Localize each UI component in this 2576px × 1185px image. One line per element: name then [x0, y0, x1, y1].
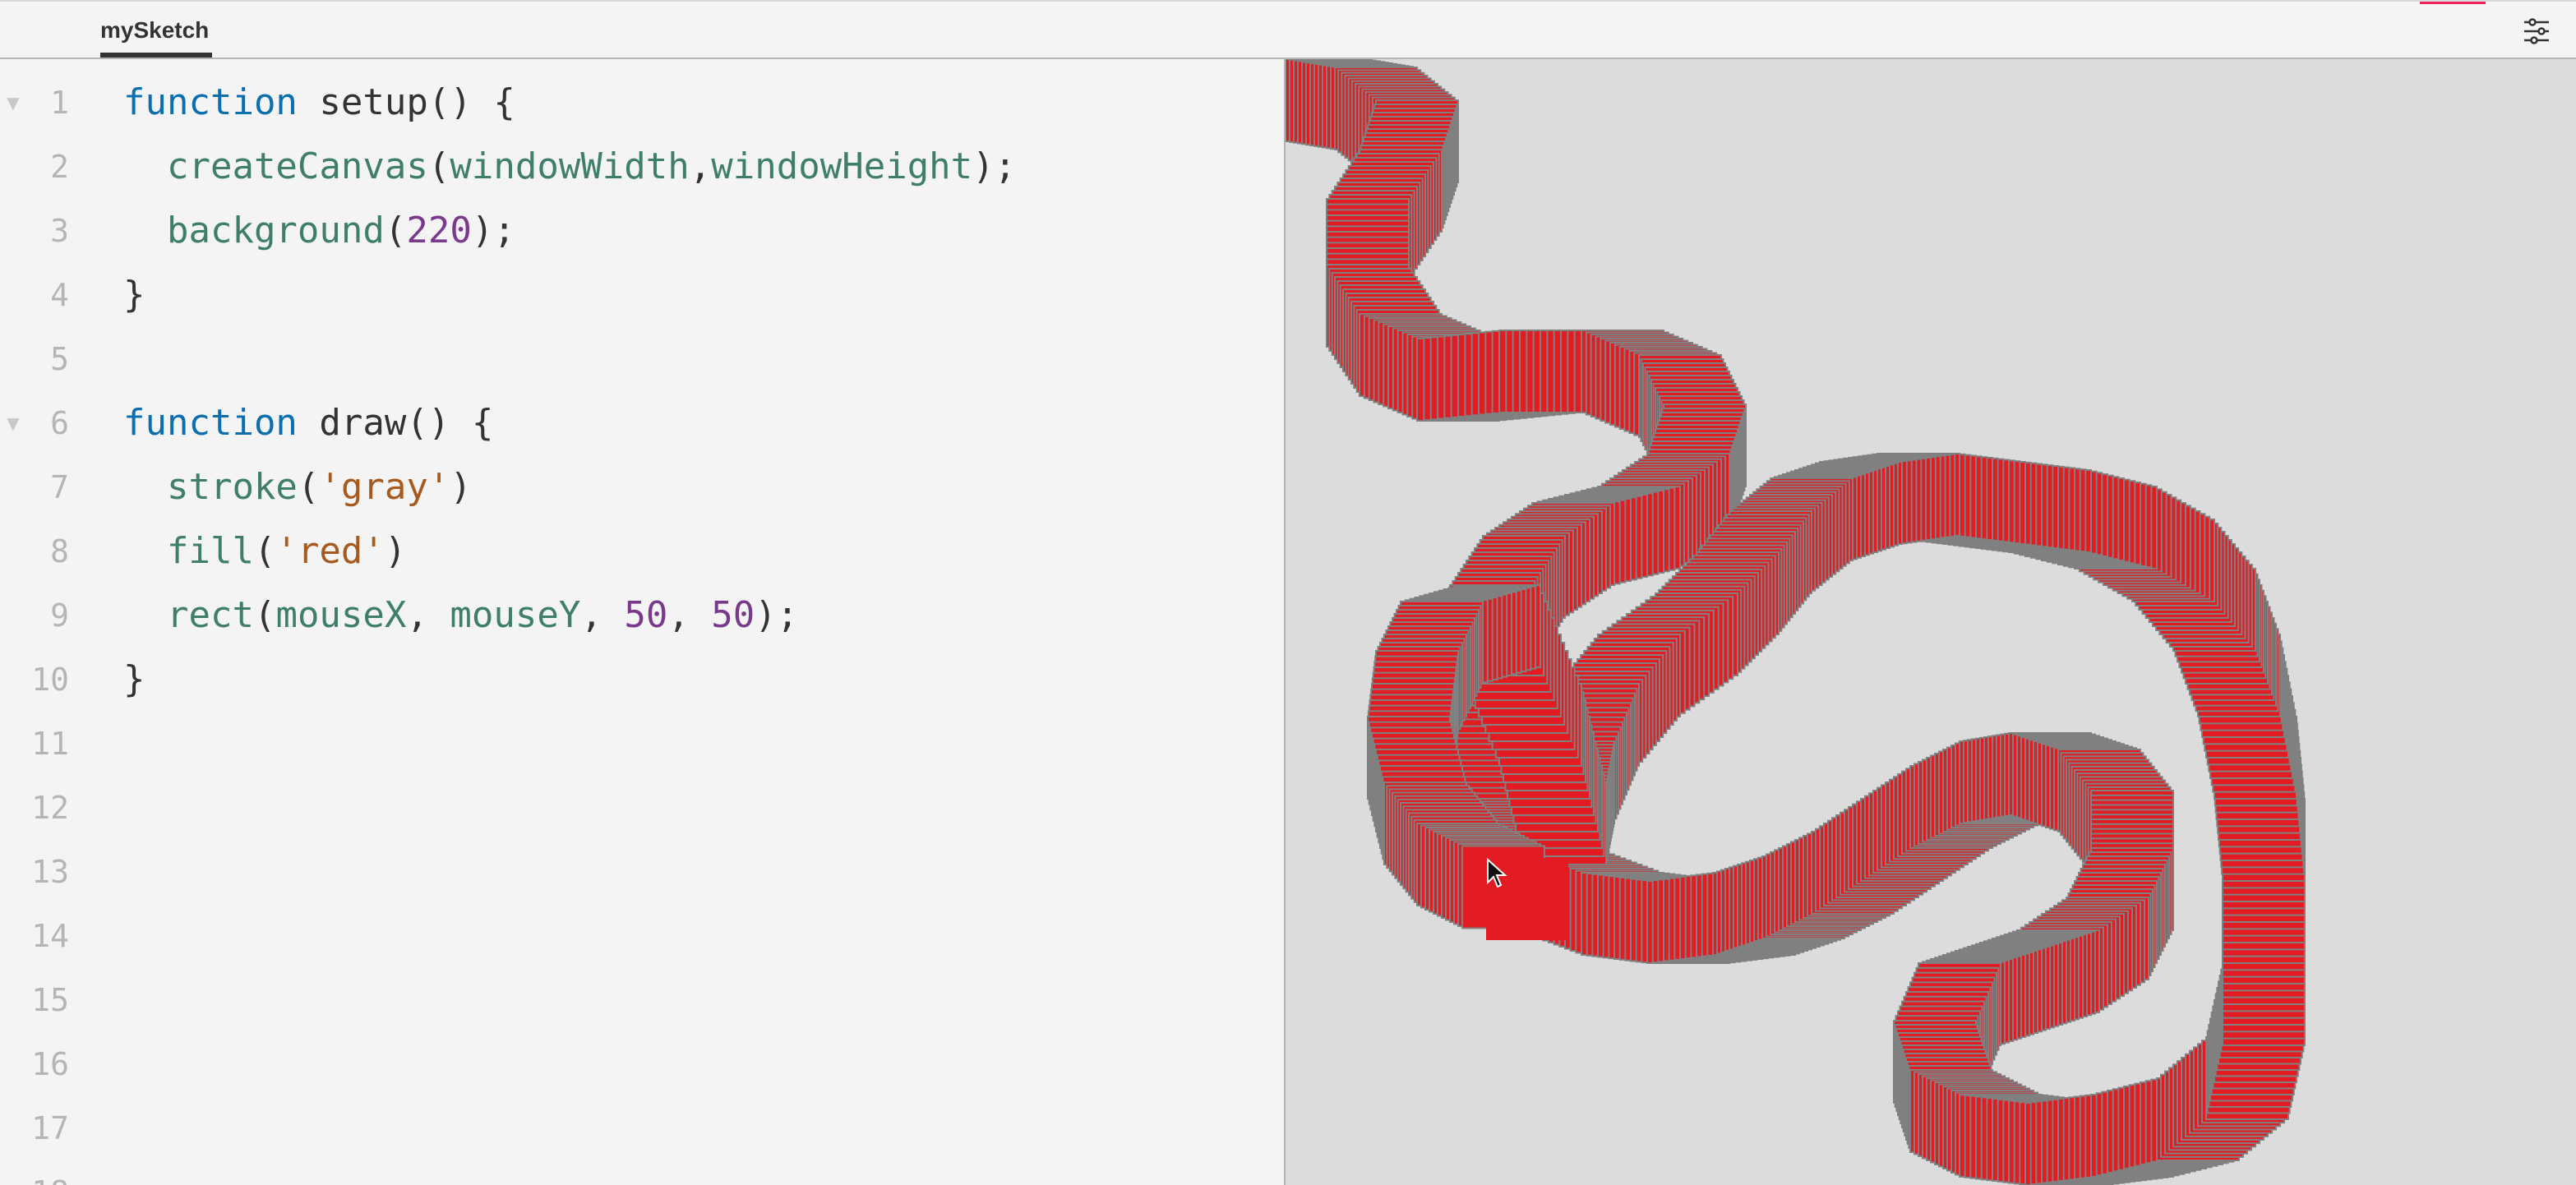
line-number: 17	[31, 1110, 69, 1146]
tab-label: mySketch	[100, 17, 210, 43]
line-number: 6	[50, 405, 69, 441]
code-text: background(220);	[123, 199, 515, 263]
line-number: 5	[50, 341, 69, 377]
line-number: 7	[50, 469, 69, 505]
code-line[interactable]: 15	[0, 968, 1284, 1032]
code-token: }	[123, 658, 145, 700]
code-token: function	[123, 402, 298, 444]
code-token: (	[427, 145, 450, 187]
code-token: () {	[427, 81, 515, 123]
code-token: 'red'	[275, 530, 385, 572]
code-token: 220	[406, 210, 472, 251]
code-editor[interactable]: ▼ 1 function setup() {2 createCanvas(windo…	[0, 59, 1284, 1185]
code-line[interactable]: 8 fill('red')	[0, 519, 1284, 583]
code-token: ,	[689, 145, 712, 187]
code-line[interactable]: 9 rect(mouseX, mouseY, 50, 50);	[0, 583, 1284, 648]
code-text: }	[123, 648, 145, 712]
code-text: rect(mouseX, mouseY, 50, 50);	[123, 583, 798, 648]
code-line[interactable]: ▼ 6 function draw() {	[0, 391, 1284, 455]
code-line[interactable]: 11	[0, 712, 1284, 776]
code-token: rect	[166, 594, 254, 636]
code-line[interactable]: 10}	[0, 648, 1284, 712]
code-line[interactable]: 4}	[0, 263, 1284, 327]
code-token: mouseY	[450, 594, 581, 636]
settings-button[interactable]	[2522, 16, 2551, 46]
code-token: ,	[580, 594, 625, 636]
line-number: 1	[50, 85, 69, 121]
code-line[interactable]: ▼ 1 function setup() {	[0, 71, 1284, 135]
sliders-icon	[2524, 18, 2549, 44]
line-number: 16	[31, 1046, 69, 1082]
sketch-tab-bar: mySketch	[0, 0, 2576, 59]
code-token: )	[450, 466, 472, 508]
line-number: 14	[31, 918, 69, 954]
code-token: windowWidth	[450, 145, 690, 187]
code-token: );	[755, 594, 799, 636]
code-token: function	[123, 81, 298, 123]
code-token: );	[471, 210, 515, 251]
code-token: );	[972, 145, 1017, 187]
line-number: 11	[31, 726, 69, 762]
code-line[interactable]: 16	[0, 1032, 1284, 1096]
line-number: 9	[50, 597, 69, 634]
code-line[interactable]: 5	[0, 327, 1284, 391]
code-token: 50	[624, 594, 668, 636]
code-line[interactable]: 7 stroke('gray')	[0, 455, 1284, 519]
mouse-pointer-icon	[1487, 858, 1507, 888]
code-line[interactable]: 14	[0, 904, 1284, 968]
line-number: 2	[50, 149, 69, 185]
code-token: draw	[319, 402, 407, 444]
line-number: 3	[50, 213, 69, 249]
code-token: windowHeight	[711, 145, 973, 187]
canvas-drawing	[1286, 59, 2306, 1185]
code-line[interactable]: 17	[0, 1096, 1284, 1160]
line-number: 15	[31, 982, 69, 1018]
code-line[interactable]: 3 background(220);	[0, 199, 1284, 263]
code-token: createCanvas	[166, 145, 428, 187]
code-token: () {	[406, 402, 494, 444]
line-number: 18	[0, 1160, 69, 1185]
code-token: (	[253, 594, 276, 636]
code-line[interactable]: 12	[0, 776, 1284, 840]
code-text: }	[123, 263, 145, 327]
tab-mysketch[interactable]: mySketch	[100, 2, 209, 59]
accent-strip	[2420, 2, 2486, 4]
code-token: stroke	[166, 466, 298, 508]
code-line[interactable]: 2 createCanvas(windowWidth,windowHeight)…	[0, 135, 1284, 199]
code-token: ,	[406, 594, 450, 636]
code-token: )	[384, 530, 407, 572]
code-token: fill	[166, 530, 254, 572]
code-token: setup	[319, 81, 428, 123]
code-token: mouseX	[275, 594, 407, 636]
line-number: 13	[31, 854, 69, 890]
code-text: stroke('gray')	[123, 455, 472, 519]
code-text: function draw() {	[123, 391, 493, 455]
code-line[interactable]: 13	[0, 840, 1284, 904]
code-token: }	[123, 274, 145, 316]
sketch-preview-canvas[interactable]	[1286, 59, 2576, 1185]
active-tab-indicator	[100, 53, 212, 58]
code-token: (	[253, 530, 276, 572]
code-token: 50	[711, 594, 755, 636]
code-text: function setup() {	[123, 71, 515, 135]
code-token: (	[297, 466, 320, 508]
line-number: 4	[50, 277, 69, 313]
line-number: 10	[31, 662, 69, 698]
code-token: 'gray'	[319, 466, 450, 508]
code-token: background	[166, 210, 385, 251]
line-number: 8	[50, 533, 69, 569]
code-text: createCanvas(windowWidth,windowHeight);	[123, 135, 1016, 199]
code-token: (	[384, 210, 407, 251]
line-number: 12	[31, 790, 69, 826]
code-line[interactable]: 18	[0, 1160, 1284, 1185]
code-token: ,	[667, 594, 712, 636]
code-text: fill('red')	[123, 519, 406, 583]
